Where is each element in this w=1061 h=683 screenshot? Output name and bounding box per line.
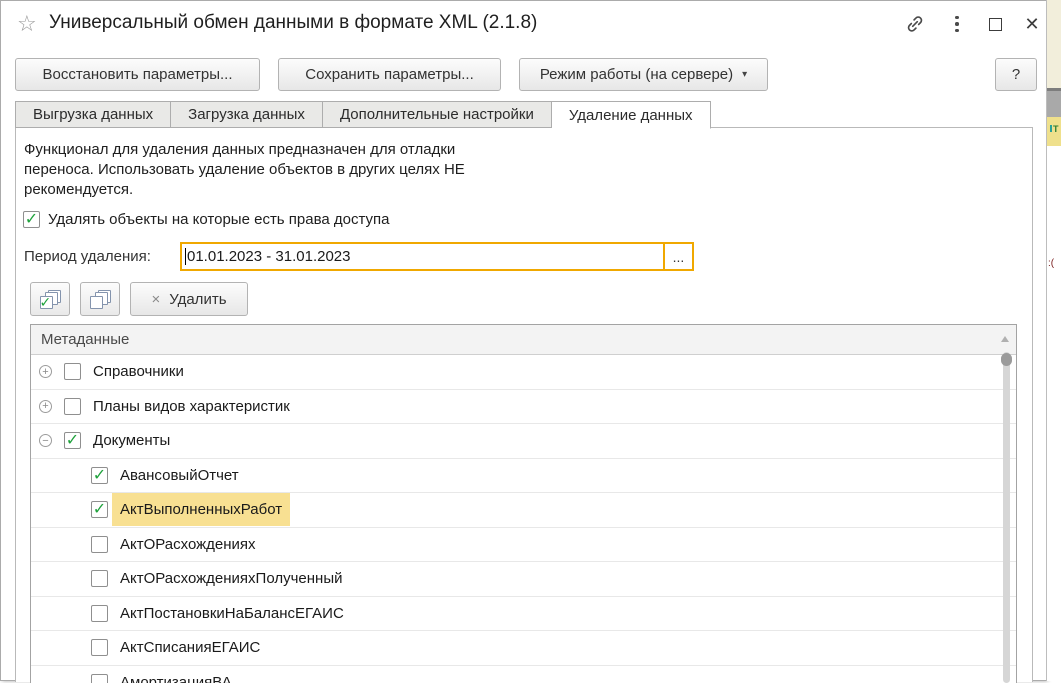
background-text-fragment: :( <box>1048 258 1054 269</box>
scrollbar-thumb[interactable] <box>1001 353 1012 366</box>
table-row[interactable]: АктВыполненныхРабот <box>31 493 1016 528</box>
window-title: Универсальный обмен данными в формате XM… <box>49 12 537 34</box>
set-all-flags-icon <box>40 290 61 309</box>
row-label: Документы <box>85 424 178 457</box>
table-row[interactable]: АктОРасхождениях <box>31 528 1016 563</box>
dialog-window: ☆ Универсальный обмен данными в формате … <box>0 0 1046 681</box>
background-band <box>1047 91 1061 117</box>
tab-page-delete-data: Функционал для удаления данных предназна… <box>15 127 1033 682</box>
row-checkbox[interactable] <box>91 674 108 683</box>
delete-accessible-objects-checkbox[interactable]: Удалять объекты на которые есть права до… <box>23 211 390 228</box>
work-mode-label: Режим работы (на сервере) <box>540 66 733 83</box>
row-label: АктСписанияЕГАИС <box>112 631 268 664</box>
title-bar: ☆ Универсальный обмен данными в формате … <box>1 1 1046 49</box>
tab-strip: Выгрузка данныхЗагрузка данныхДополнител… <box>15 101 711 128</box>
table-row[interactable]: АктСписанияЕГАИС <box>31 631 1016 666</box>
restore-params-button[interactable]: Восстановить параметры... <box>15 58 260 91</box>
row-checkbox[interactable] <box>91 605 108 622</box>
vertical-scrollbar[interactable] <box>1003 352 1010 683</box>
row-checkbox[interactable] <box>91 536 108 553</box>
expand-icon[interactable]: − <box>39 434 52 447</box>
table-row[interactable]: АмортизацияВА <box>31 666 1016 683</box>
clear-all-flags-button[interactable] <box>80 282 120 316</box>
text-caret <box>185 248 186 265</box>
table-row[interactable]: АктПостановкиНаБалансЕГАИС <box>31 597 1016 632</box>
period-value[interactable]: 01.01.2023 - 31.01.2023 <box>182 244 663 269</box>
expand-icon[interactable]: + <box>39 365 52 378</box>
maximize-icon[interactable] <box>982 11 1008 37</box>
expand-icon[interactable]: + <box>39 400 52 413</box>
table-row[interactable]: + Справочники <box>31 355 1016 390</box>
metadata-rows: + Справочники + Планы видов характеристи… <box>31 355 1016 683</box>
more-menu-icon[interactable] <box>944 11 970 37</box>
tab-3[interactable]: Дополнительные настройки <box>323 101 552 128</box>
actions-row: × Удалить <box>30 282 248 316</box>
description-text: Функционал для удаления данных предназна… <box>24 140 465 200</box>
checkbox-icon[interactable] <box>23 211 40 228</box>
row-label: АктОРасхожденияхПолученный <box>112 562 350 595</box>
close-icon[interactable]: ✕ <box>1019 11 1045 37</box>
save-params-button[interactable]: Сохранить параметры... <box>278 58 501 91</box>
delete-button[interactable]: × Удалить <box>130 282 248 316</box>
scroll-up-icon[interactable] <box>1001 336 1009 342</box>
period-input[interactable]: 01.01.2023 - 31.01.2023 ... <box>180 242 694 271</box>
tab-1[interactable]: Выгрузка данных <box>15 101 171 128</box>
metadata-column-header[interactable]: Метаданные <box>31 325 1016 355</box>
row-checkbox[interactable] <box>64 432 81 449</box>
row-checkbox[interactable] <box>91 570 108 587</box>
delete-button-label: Удалить <box>169 291 226 308</box>
tab-4[interactable]: Удаление данных <box>552 101 711 129</box>
help-button[interactable]: ? <box>995 58 1037 91</box>
table-row[interactable]: − Документы <box>31 424 1016 459</box>
chevron-down-icon: ▾ <box>742 69 747 80</box>
checkbox-label: Удалять объекты на которые есть права до… <box>48 211 390 228</box>
favorite-star-icon[interactable]: ☆ <box>17 11 37 37</box>
table-row[interactable]: + Планы видов характеристик <box>31 390 1016 425</box>
row-checkbox[interactable] <box>91 639 108 656</box>
period-label: Период удаления: <box>24 248 151 265</box>
toolbar: Восстановить параметры... Сохранить пара… <box>1 57 1046 93</box>
metadata-table: Метаданные + Справочники + Планы видов х… <box>30 324 1017 683</box>
row-label: АвансовыйОтчет <box>112 459 247 492</box>
row-checkbox[interactable] <box>64 398 81 415</box>
tab-2[interactable]: Загрузка данных <box>171 101 323 128</box>
row-label: АктОРасхождениях <box>112 528 264 561</box>
row-label: АмортизацияВА <box>112 666 240 683</box>
background-text-fragment: Т <box>1050 124 1059 134</box>
row-checkbox[interactable] <box>91 501 108 518</box>
clear-all-flags-icon <box>90 290 111 309</box>
work-mode-button[interactable]: Режим работы (на сервере) ▾ <box>519 58 768 91</box>
table-row[interactable]: АктОРасхожденияхПолученный <box>31 562 1016 597</box>
row-label: АктПостановкиНаБалансЕГАИС <box>112 597 352 630</box>
row-label: Справочники <box>85 355 192 388</box>
row-label: АктВыполненныхРабот <box>112 493 290 526</box>
row-checkbox[interactable] <box>64 363 81 380</box>
row-label: Планы видов характеристик <box>85 390 298 423</box>
table-row[interactable]: АвансовыйОтчет <box>31 459 1016 494</box>
background-window-edge: Т :( <box>1046 0 1061 681</box>
set-all-flags-button[interactable] <box>30 282 70 316</box>
row-checkbox[interactable] <box>91 467 108 484</box>
delete-x-icon: × <box>151 291 160 308</box>
period-picker-button[interactable]: ... <box>663 244 692 269</box>
background-band <box>1047 0 1061 88</box>
copy-link-icon[interactable] <box>902 11 928 37</box>
